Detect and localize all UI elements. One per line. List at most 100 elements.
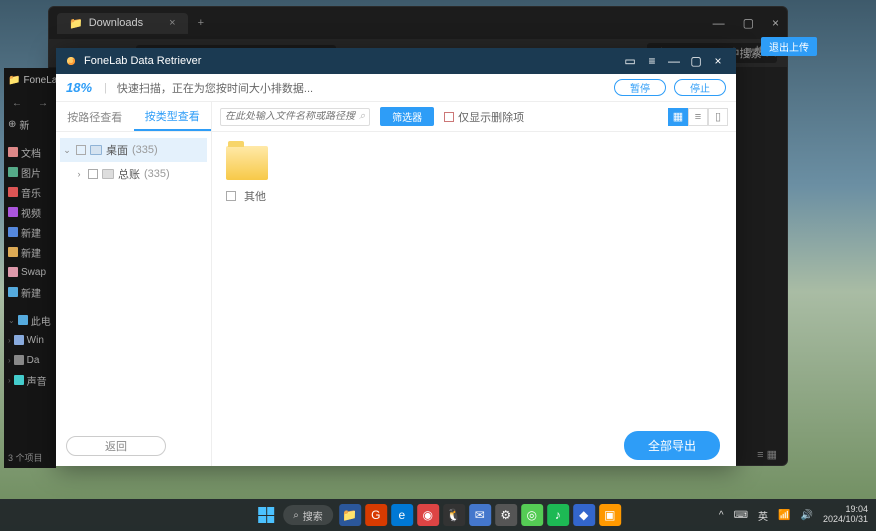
- view-toggle: ▦ ≡ ▯: [668, 108, 728, 126]
- upload-tag[interactable]: 退出上传: [761, 37, 817, 56]
- folder-icon: 📁: [69, 17, 83, 30]
- tray-lang[interactable]: 英: [758, 508, 768, 523]
- tab-by-type[interactable]: 按类型查看: [134, 102, 212, 131]
- checkbox[interactable]: [76, 145, 86, 155]
- chevron-right-icon[interactable]: ›: [74, 169, 84, 179]
- right-panel: ⌕ 筛选器 仅显示删除项 ▦ ≡ ▯ 其他: [212, 102, 736, 466]
- view-list-icon[interactable]: ≡: [688, 108, 708, 126]
- folder-icon: [8, 147, 18, 157]
- folder-icon: [8, 267, 18, 277]
- search-box[interactable]: ⌕: [220, 108, 370, 126]
- folder-item[interactable]: [226, 146, 268, 180]
- sidebar-item[interactable]: ⌄此电: [4, 310, 56, 330]
- close-icon[interactable]: ×: [772, 16, 779, 30]
- folder-icon: [8, 247, 18, 257]
- taskbar-app-icon[interactable]: ✉: [469, 504, 491, 526]
- tray-wifi-icon[interactable]: 📶: [778, 510, 790, 521]
- menu-icon[interactable]: ≡: [642, 54, 662, 68]
- tray-volume-icon[interactable]: 🔊: [801, 510, 813, 521]
- sidebar-item[interactable]: ›Win: [4, 330, 56, 350]
- close-tab-icon[interactable]: ×: [169, 17, 175, 29]
- sidebar-item[interactable]: 视频: [4, 202, 56, 222]
- checkbox[interactable]: [88, 169, 98, 179]
- nav-back-icon[interactable]: ←: [12, 98, 22, 109]
- sidebar-item[interactable]: Swap: [4, 262, 56, 282]
- progress-bar-row: 18% | 快速扫描，正在为您按时间大小排数据... 暂停 停止: [56, 74, 736, 102]
- sidebar-nav[interactable]: ←→: [4, 92, 56, 114]
- fonelab-title: FoneLab Data Retriever: [84, 55, 201, 67]
- pause-button[interactable]: 暂停: [614, 79, 666, 96]
- taskbar-app-icon[interactable]: 📁: [339, 504, 361, 526]
- folder-icon: [102, 169, 114, 179]
- taskbar-app-icon[interactable]: ◆: [573, 504, 595, 526]
- view-detail-icon[interactable]: ▯: [708, 108, 728, 126]
- sidebar-footer: 3 个项目: [8, 451, 43, 464]
- sidebar-item[interactable]: 新建: [4, 282, 56, 302]
- taskbar-app-icon[interactable]: ▣: [599, 504, 621, 526]
- back-button[interactable]: 返回: [66, 436, 166, 456]
- tray-up-icon[interactable]: ^: [719, 510, 724, 521]
- explorer-view-toggle[interactable]: ≡ ▦: [757, 448, 777, 461]
- maximize-icon[interactable]: ▢: [686, 54, 706, 68]
- nav-forward-icon[interactable]: →: [38, 98, 48, 109]
- left-panel: 按路径查看 按类型查看 ⌄ 桌面 (335) › 总账 (335): [56, 102, 212, 466]
- taskbar-clock[interactable]: 19:04 2024/10/31: [823, 505, 868, 525]
- search-input[interactable]: [225, 111, 359, 122]
- sidebar-new[interactable]: ⊕新: [4, 114, 56, 134]
- folder-icon: [8, 227, 18, 237]
- start-button[interactable]: [255, 504, 277, 526]
- taskbar-app-icon[interactable]: ◉: [417, 504, 439, 526]
- folder-icon: [8, 287, 18, 297]
- checkbox[interactable]: [444, 112, 454, 122]
- file-explorer-sidebar: 📁FoneLa ←→ ⊕新 文档图片音乐视频新建新建Swap新建 ⌄此电›Win…: [4, 68, 56, 468]
- close-icon[interactable]: ×: [708, 54, 728, 68]
- explorer-tab[interactable]: 📁 Downloads ×: [57, 13, 188, 34]
- chevron-right-icon: ›: [8, 376, 11, 385]
- sidebar-item[interactable]: 音乐: [4, 182, 56, 202]
- minimize-icon[interactable]: —: [713, 16, 725, 30]
- tab-by-path[interactable]: 按路径查看: [56, 102, 134, 131]
- progress-message: 快速扫描，正在为您按时间大小排数据...: [117, 80, 313, 96]
- settings-icon[interactable]: ▭: [620, 54, 640, 68]
- new-tab-button[interactable]: +: [198, 17, 204, 29]
- taskbar-app-icon[interactable]: ⚙: [495, 504, 517, 526]
- sidebar-item[interactable]: 新建: [4, 222, 56, 242]
- fonelab-window: FoneLab Data Retriever ▭ ≡ — ▢ × 18% | 快…: [56, 48, 736, 466]
- tree-row-total[interactable]: › 总账 (335): [60, 162, 207, 186]
- sidebar-item[interactable]: 图片: [4, 162, 56, 182]
- tree-count: (335): [144, 168, 170, 180]
- filter-button[interactable]: 筛选器: [380, 107, 434, 126]
- sidebar-item[interactable]: 文档: [4, 142, 56, 162]
- folder-icon: [226, 146, 268, 180]
- checkbox[interactable]: [226, 191, 236, 201]
- sidebar-header: 📁FoneLa: [4, 68, 56, 92]
- only-deleted-label: 仅显示删除项: [458, 109, 524, 125]
- tree-label: 桌面: [106, 142, 128, 158]
- taskbar-search[interactable]: ⌕搜索: [283, 505, 333, 525]
- export-all-button[interactable]: 全部导出: [624, 431, 720, 460]
- tree-row-desktop[interactable]: ⌄ 桌面 (335): [60, 138, 207, 162]
- search-icon[interactable]: ⌕: [359, 110, 365, 123]
- folder-icon: [8, 167, 18, 177]
- view-grid-icon[interactable]: ▦: [668, 108, 688, 126]
- taskbar-app-icon[interactable]: G: [365, 504, 387, 526]
- only-deleted-checkbox[interactable]: 仅显示删除项: [444, 109, 524, 125]
- taskbar-app-icon[interactable]: 🐧: [443, 504, 465, 526]
- content-area: 其他: [212, 132, 736, 424]
- explorer-tab-label: Downloads: [89, 17, 143, 29]
- taskbar-app-icon[interactable]: ♪: [547, 504, 569, 526]
- sidebar-item[interactable]: 新建: [4, 242, 56, 262]
- drive-icon: [14, 375, 24, 385]
- taskbar-app-icon[interactable]: ◎: [521, 504, 543, 526]
- drive-icon: [18, 315, 28, 325]
- chevron-down-icon[interactable]: ⌄: [62, 145, 72, 156]
- maximize-icon[interactable]: ▢: [743, 16, 754, 30]
- tray-ime-icon[interactable]: ⌨: [734, 510, 748, 521]
- sidebar-item[interactable]: ›Da: [4, 350, 56, 370]
- taskbar-app-icon[interactable]: e: [391, 504, 413, 526]
- stop-button[interactable]: 停止: [674, 79, 726, 96]
- sidebar-item[interactable]: ›声音: [4, 370, 56, 390]
- item-row[interactable]: 其他: [226, 188, 266, 204]
- desktop-icon: [90, 145, 102, 155]
- minimize-icon[interactable]: —: [664, 54, 684, 68]
